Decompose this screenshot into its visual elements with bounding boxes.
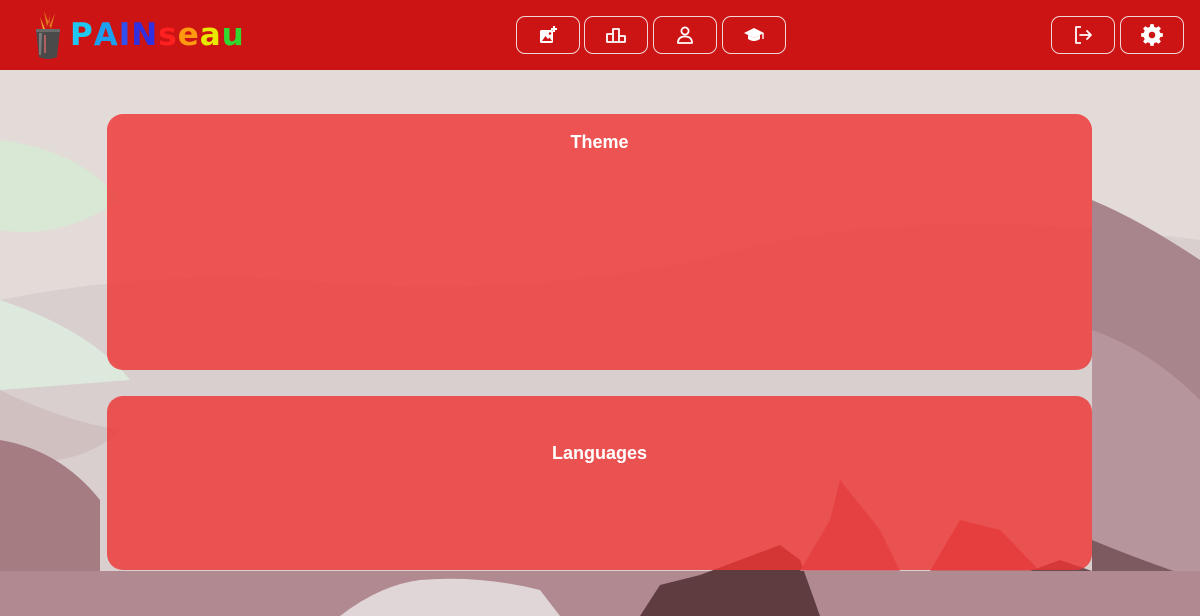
theme-panel: Theme — [107, 114, 1092, 370]
app-name: PAINseau — [70, 16, 245, 53]
tutorial-button[interactable] — [722, 16, 786, 54]
logo-letter: u — [221, 16, 245, 53]
new-drawing-button[interactable] — [516, 16, 580, 54]
profile-button[interactable] — [653, 16, 717, 54]
paintbrush-cup-icon — [36, 11, 60, 59]
top-navbar: PAINseau — [0, 0, 1200, 70]
logout-button[interactable] — [1051, 16, 1115, 54]
logo-letter: a — [199, 16, 222, 53]
logo-letter: e — [177, 16, 200, 53]
settings-button[interactable] — [1120, 16, 1184, 54]
add-image-icon — [540, 26, 557, 43]
gear-icon — [1141, 24, 1163, 46]
logo-letter: N — [131, 16, 159, 53]
logo-letter: P — [70, 16, 94, 53]
app-logo[interactable]: PAINseau — [30, 8, 245, 62]
podium-icon — [606, 28, 626, 43]
graduation-cap-icon — [744, 28, 764, 41]
logout-icon — [1075, 26, 1092, 44]
logo-letter: s — [158, 16, 178, 53]
theme-title: Theme — [570, 132, 629, 152]
languages-title: Languages — [551, 443, 648, 463]
logo-letter: A — [93, 16, 119, 53]
languages-panel: Languages — [107, 396, 1092, 570]
leaderboard-button[interactable] — [584, 16, 648, 54]
logo-letter: I — [118, 16, 132, 53]
user-icon — [677, 26, 693, 44]
